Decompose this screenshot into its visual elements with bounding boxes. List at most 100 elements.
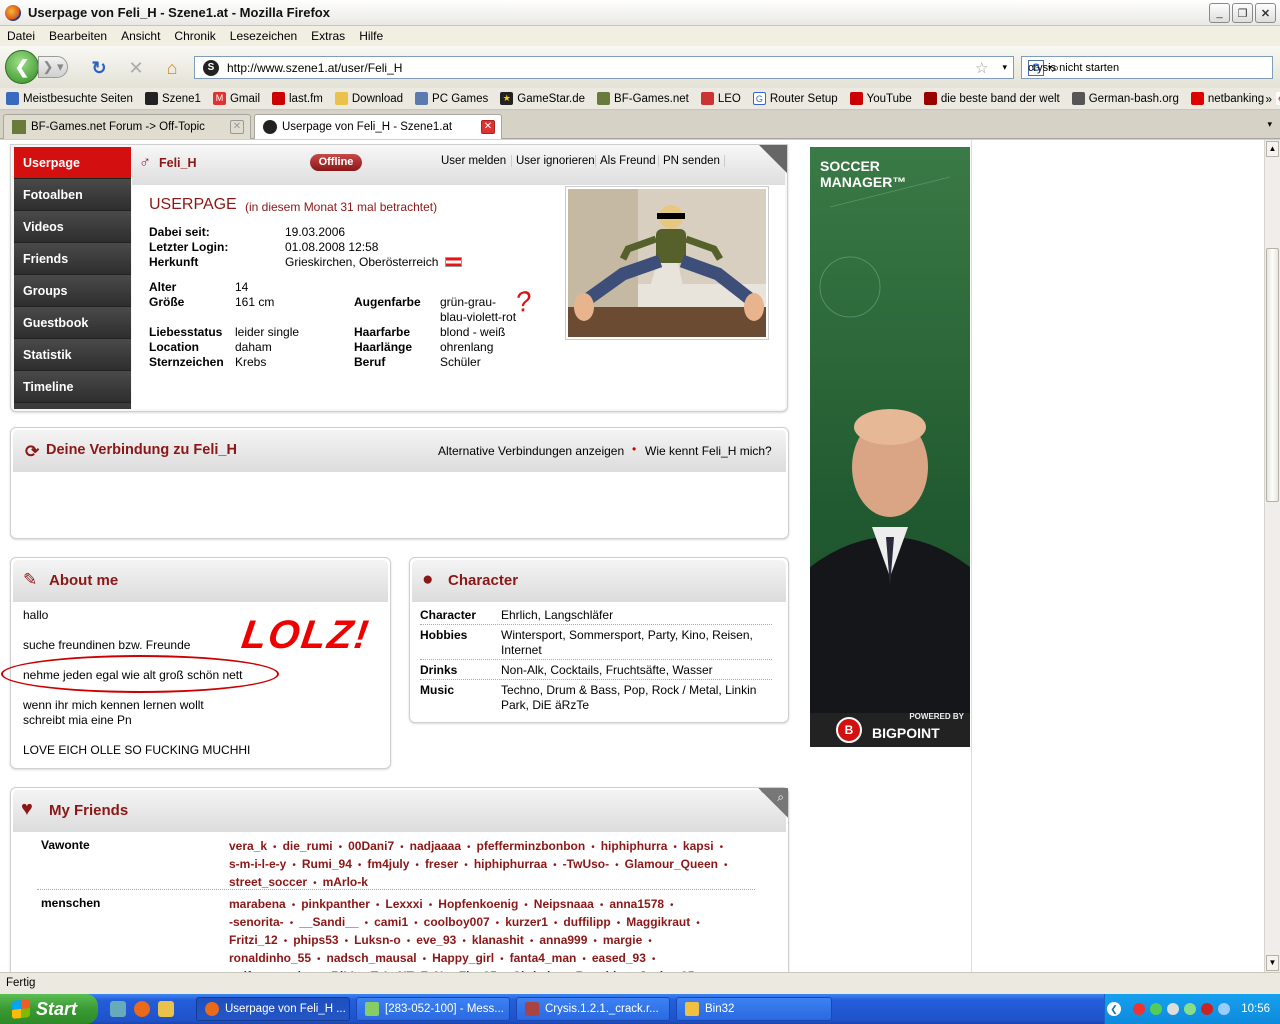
profile-photo[interactable] [565,186,769,340]
friend-link[interactable]: ronaldinho_55 [229,951,311,965]
friend-link[interactable]: Luksn-o [354,933,401,947]
alternative-connections-link[interactable]: Alternative Verbindungen anzeigen [438,444,624,458]
close-button[interactable]: ✕ [1255,3,1276,23]
friend-link[interactable]: pinkpanther [301,897,370,911]
menu-hilfe[interactable]: Hilfe [352,29,390,43]
tray-other-icon[interactable] [1218,1003,1231,1015]
friend-link[interactable]: anna1578 [609,897,664,911]
friend-link[interactable]: kapsi [683,839,714,853]
url-text[interactable]: http://www.szene1.at/user/Feli_H [227,61,975,75]
bookmark-item[interactable]: PC Games [409,92,494,105]
friend-link[interactable]: duffilipp [563,915,610,929]
who-knows-me-link[interactable]: Wie kennt Feli_H mich? [645,444,772,458]
task-explorer[interactable]: Bin32 [676,997,832,1021]
friend-link[interactable]: phips53 [293,933,338,947]
friend-link[interactable]: Lexxxi [385,897,422,911]
scroll-up-icon[interactable]: ▲ [1266,141,1279,157]
home-icon[interactable]: ⌂ [162,58,182,78]
scroll-down-icon[interactable]: ▼ [1266,955,1279,971]
sidenav-timeline[interactable]: Timeline [14,371,131,403]
friend-link[interactable]: __Sandi__ [299,915,358,929]
tab-close-icon[interactable]: ✕ [230,120,244,134]
bookmark-star-icon[interactable]: ☆ [975,59,988,77]
chevron-right-icon[interactable]: » [1265,92,1272,106]
url-dropdown-icon[interactable]: ▾ [1002,62,1007,73]
sidenav-videos[interactable]: Videos [14,211,131,243]
sidenav-statistics[interactable]: Statistik [14,339,131,371]
friend-link[interactable]: -senorita- [229,915,284,929]
friend-link[interactable]: Hopfenkoenig [438,897,518,911]
bookmark-item[interactable]: die beste band der welt [918,92,1066,105]
friend-link[interactable]: freser [425,857,458,871]
friend-link[interactable]: mArlo-k [323,875,368,889]
tab-close-icon[interactable]: ✕ [481,120,495,134]
tab-bf-games[interactable]: BF-Games.net Forum -> Off-Topic ✕ [3,114,251,139]
bookmark-item[interactable]: M Gmail [207,92,266,105]
sidenav-userpage[interactable]: Userpage [14,147,131,179]
advertisement[interactable]: SOCCER MANAGER™ POWERED BY B BIGPOINT [810,147,970,747]
quicklaunch-firefox-icon[interactable] [134,1001,150,1017]
friend-link[interactable]: fanta4_man [510,951,577,965]
bookmark-item[interactable]: German-bash.org [1066,92,1185,105]
friend-link[interactable]: coolboy007 [424,915,490,929]
task-messenger[interactable]: [283-052-100] - Mess... [356,997,510,1021]
friend-link[interactable]: Neipsnaaa [534,897,594,911]
friend-link[interactable]: kurzer1 [505,915,548,929]
sidenav-friends[interactable]: Friends [14,243,131,275]
sidenav-guestbook[interactable]: Guestbook [14,307,131,339]
bookmark-item[interactable]: LEO [695,92,747,105]
quicklaunch-ie-icon[interactable] [110,1001,126,1017]
friend-link[interactable]: eased_93 [592,951,646,965]
add-friend-link[interactable]: Als Freund [595,155,656,167]
friend-link[interactable]: klanashit [472,933,524,947]
stop-icon[interactable]: ✕ [126,58,146,78]
bookmark-item[interactable]: last.fm [266,92,329,105]
task-winrar[interactable]: Crysis.1.2.1._crack.r... [516,997,670,1021]
menu-bearbeiten[interactable]: Bearbeiten [42,29,114,43]
url-bar[interactable]: S http://www.szene1.at/user/Feli_H ☆ ▾ [194,56,1014,79]
bookmark-item[interactable]: Download [329,92,409,105]
search-input[interactable]: crysis nicht starten [1022,62,1119,74]
menu-chronik[interactable]: Chronik [167,29,222,43]
reload-icon[interactable]: ↻ [89,58,109,78]
back-button[interactable]: ❮ [5,50,39,84]
send-pm-link[interactable]: PN senden [658,155,725,167]
friend-link[interactable]: Happy_girl [432,951,494,965]
report-user-link[interactable]: User melden [441,155,506,167]
friend-link[interactable]: -TwUso- [563,857,609,871]
menu-lesezeichen[interactable]: Lesezeichen [223,29,304,43]
friend-link[interactable]: anna999 [539,933,587,947]
friend-link[interactable]: pfefferminzbonbon [477,839,586,853]
friend-link[interactable]: s-m-i-l-e-y [229,857,286,871]
bookmark-item[interactable]: Meistbesuchte Seiten [0,92,139,105]
friend-link[interactable]: fm4july [367,857,409,871]
friend-link[interactable]: hiphiphurraa [474,857,547,871]
tray-app-icon[interactable] [1201,1003,1214,1015]
friend-link[interactable]: Glamour_Queen [625,857,718,871]
friend-link[interactable]: hiphiphurra [601,839,668,853]
bookmark-item[interactable]: ★ GameStar.de [494,92,591,105]
menu-datei[interactable]: Datei [0,29,42,43]
menu-ansicht[interactable]: Ansicht [114,29,167,43]
friend-link[interactable]: nadsch_mausal [327,951,417,965]
task-firefox[interactable]: Userpage von Feli_H ... [196,997,350,1021]
friend-link[interactable]: eve_93 [416,933,456,947]
tab-userpage[interactable]: Userpage von Feli_H - Szene1.at ✕ [254,114,502,139]
friend-link[interactable]: street_soccer [229,875,307,889]
tray-messenger-icon[interactable] [1184,1003,1197,1015]
friend-link[interactable]: Fritzi_12 [229,933,278,947]
friend-link[interactable]: 00Dani7 [348,839,394,853]
tray-volume-icon[interactable] [1167,1003,1180,1015]
forward-button[interactable]: ❯ ▾ [38,56,68,78]
friend-link[interactable]: Rumi_94 [302,857,352,871]
bookmark-item[interactable]: G Router Setup [747,92,844,105]
friend-link[interactable]: cami1 [374,915,408,929]
quicklaunch-folder-icon[interactable] [158,1001,174,1017]
vertical-scrollbar[interactable]: ▲ ▼ [1264,140,1280,972]
tray-antivirus-icon[interactable] [1133,1003,1146,1015]
ignore-user-link[interactable]: User ignorieren [511,155,595,167]
bookmark-item[interactable]: netbanking [1185,92,1270,105]
minimize-button[interactable]: _ [1209,3,1230,23]
tray-collapse-icon[interactable]: ❮ [1107,1002,1121,1016]
tab-list-icon[interactable]: ▾ [1267,119,1272,130]
